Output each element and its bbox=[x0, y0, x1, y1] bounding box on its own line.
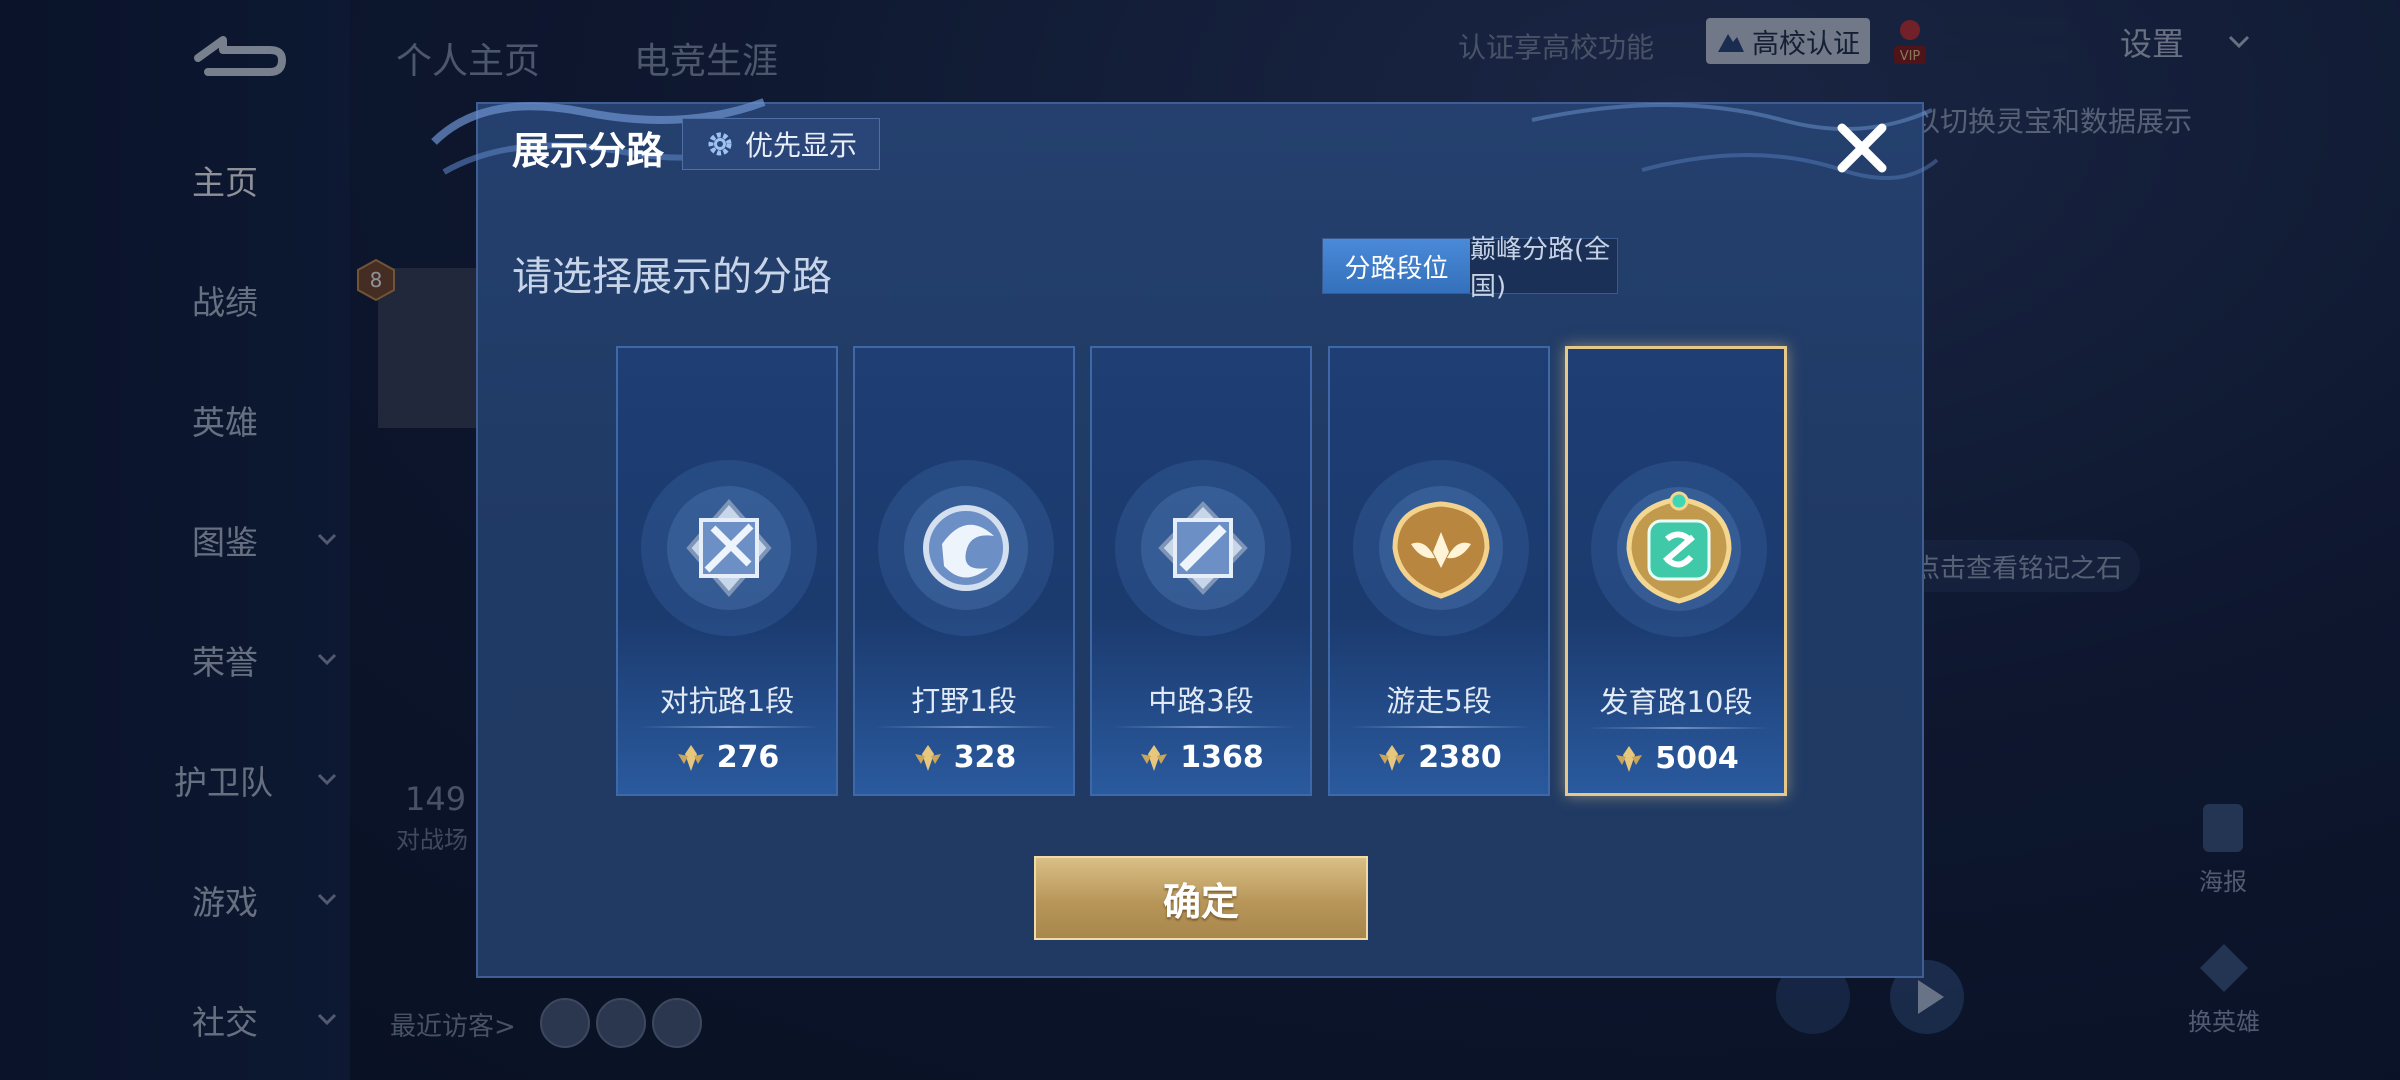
lane-name: 对抗路1段 bbox=[659, 684, 795, 718]
lane-emblem-icon bbox=[878, 460, 1054, 636]
divider bbox=[1350, 726, 1532, 728]
lane-score: 328 bbox=[855, 740, 1073, 775]
lane-score-value: 1368 bbox=[1180, 740, 1264, 775]
lane-name: 中路3段 bbox=[1148, 684, 1254, 718]
lane-emblem-icon bbox=[1353, 460, 1529, 636]
lane-score: 1368 bbox=[1092, 740, 1310, 775]
gear-icon bbox=[708, 132, 732, 156]
score-emblem-icon bbox=[1379, 744, 1406, 771]
lane-emblem-icon bbox=[1591, 461, 1767, 637]
lane-card[interactable]: 中路3段 1368 bbox=[1090, 346, 1312, 796]
lane-name: 打野1段 bbox=[911, 684, 1017, 718]
lane-display-dialog: 展示分路 优先显示 请选择展示的分路 分路段位 巅峰分路(全国) 对抗路1段 27… bbox=[431, 98, 1939, 978]
confirm-button[interactable]: 确定 bbox=[1034, 856, 1368, 940]
lane-score-value: 5004 bbox=[1655, 741, 1739, 776]
close-icon[interactable] bbox=[1832, 118, 1892, 178]
priority-display-button[interactable]: 优先显示 bbox=[682, 118, 880, 170]
lane-emblem-icon bbox=[641, 460, 817, 636]
lane-emblem-icon bbox=[1115, 460, 1291, 636]
score-emblem-icon bbox=[1141, 744, 1168, 771]
lane-card[interactable]: 游走5段 2380 bbox=[1328, 346, 1550, 796]
lane-score: 5004 bbox=[1568, 741, 1784, 776]
divider bbox=[1588, 727, 1770, 729]
score-emblem-icon bbox=[1616, 745, 1643, 772]
lane-score: 2380 bbox=[1330, 740, 1548, 775]
tab-peak-lane-national[interactable]: 巅峰分路(全国) bbox=[1470, 235, 1617, 302]
dialog-subtitle: 请选择展示的分路 bbox=[512, 254, 832, 300]
lane-score-value: 276 bbox=[716, 740, 780, 775]
divider bbox=[1112, 726, 1294, 728]
lane-name: 游走5段 bbox=[1386, 684, 1492, 718]
dialog-title: 展示分路 bbox=[512, 129, 665, 173]
lane-mode-tabs: 分路段位 巅峰分路(全国) bbox=[1322, 235, 1618, 302]
divider bbox=[875, 726, 1057, 728]
lane-card[interactable]: 对抗路1段 276 bbox=[616, 346, 838, 796]
priority-display-label: 优先显示 bbox=[744, 129, 857, 162]
lane-score-value: 2380 bbox=[1418, 740, 1502, 775]
lane-card[interactable]: 发育路10段 5004 bbox=[1565, 346, 1787, 796]
score-emblem-icon bbox=[677, 744, 704, 771]
lane-name: 发育路10段 bbox=[1599, 685, 1753, 719]
lane-card[interactable]: 打野1段 328 bbox=[853, 346, 1075, 796]
tab-lane-rank[interactable]: 分路段位 bbox=[1323, 239, 1470, 293]
divider bbox=[638, 726, 820, 728]
score-emblem-icon bbox=[914, 744, 941, 771]
lane-score-value: 328 bbox=[953, 740, 1017, 775]
lane-score: 276 bbox=[618, 740, 836, 775]
